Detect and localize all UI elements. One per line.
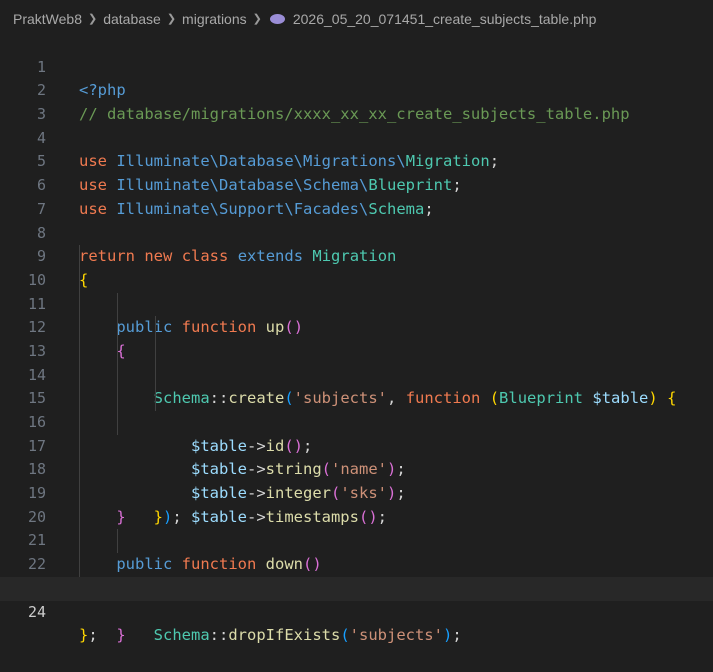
indent-guide <box>155 387 156 411</box>
code-line-current[interactable]: 24 }; <box>0 576 713 644</box>
code-line[interactable]: 12 Schema::create('subjects', function (… <box>0 292 713 407</box>
code-line[interactable]: 21 { <box>0 505 713 597</box>
code-line[interactable]: 2 // database/migrations/xxxx_xx_xx_crea… <box>0 56 713 123</box>
indent-guide <box>155 316 156 340</box>
indent-guide <box>79 292 80 317</box>
semicolon: ; <box>452 626 462 645</box>
chevron-right-icon: ❯ <box>166 13 177 25</box>
code-line[interactable]: 18 } <box>0 434 713 526</box>
code-line[interactable]: 7 <box>0 174 713 218</box>
operator: :: <box>209 626 229 645</box>
chevron-right-icon: ❯ <box>252 13 262 25</box>
indent-guide <box>117 339 118 364</box>
indent-guide <box>79 458 80 483</box>
code-line[interactable]: 17 }); <box>0 411 713 526</box>
code-line[interactable]: 8 return new class extends Migration <box>0 198 713 266</box>
code-line[interactable]: 23 } <box>0 553 713 644</box>
indent-guide <box>117 387 118 411</box>
breadcrumb-file[interactable]: 2026_05_20_071451_create_subjects_table.… <box>293 11 597 27</box>
code-line[interactable]: 6 use Illuminate\Support\Facades\Schema; <box>0 150 713 218</box>
indent-guide <box>79 268 80 293</box>
chevron-right-icon: ❯ <box>88 13 98 25</box>
indent-guide <box>155 363 156 388</box>
breadcrumb-folder-database[interactable]: database <box>103 11 161 27</box>
indent-guide <box>155 339 156 364</box>
code-line[interactable]: 10 public function up() <box>0 245 713 336</box>
indent-guide <box>79 316 80 340</box>
code-line[interactable]: 11 { <box>0 268 713 360</box>
indent-guide <box>117 292 118 317</box>
bracket: } <box>79 626 89 645</box>
semicolon: ; <box>88 626 98 645</box>
line-number: 24 <box>27 602 46 621</box>
bracket: ( <box>340 626 350 645</box>
indent-guide <box>79 482 80 506</box>
code-line[interactable]: 13 $table->id(); <box>0 316 713 455</box>
bracket: } <box>116 626 126 645</box>
indent-guide <box>79 505 80 530</box>
indent-guide <box>79 339 80 364</box>
code-line[interactable]: 20 public function down() <box>0 482 713 573</box>
php-file-icon <box>269 13 285 24</box>
function-name: dropIfExists <box>228 626 341 645</box>
code-line[interactable]: 4 use Illuminate\Database\Migrations\Mig… <box>0 103 713 171</box>
bracket: ) <box>442 626 453 645</box>
indent-guide <box>117 411 118 435</box>
indent-guide <box>117 363 118 388</box>
code-line[interactable]: 16 $table->timestamps(); <box>0 387 713 526</box>
indent-guide <box>79 387 80 411</box>
code-line[interactable]: 19 <box>0 458 713 502</box>
indent-guide <box>79 411 80 435</box>
code-line[interactable]: 22 Schema::dropIfExists('subjects'); <box>0 529 713 644</box>
code-line[interactable]: 5 use Illuminate\Database\Schema\Bluepri… <box>0 127 713 194</box>
indent-guide <box>117 529 118 554</box>
breadcrumb: PraktWeb8 ❯ database ❯ migrations ❯ 2026… <box>0 0 713 30</box>
indent-guide <box>79 434 80 459</box>
code-line[interactable]: 3 <box>0 79 713 123</box>
indent-guide <box>79 363 80 388</box>
code-line[interactable]: 1 <?php <box>0 32 713 100</box>
indent-guide <box>79 529 80 554</box>
code-line[interactable]: 9 { <box>0 222 713 289</box>
breadcrumb-folder-migrations[interactable]: migrations <box>182 11 247 27</box>
indent-guide <box>79 245 80 269</box>
code-line[interactable]: 15 $table->integer('sks'); <box>0 363 713 502</box>
code-editor[interactable]: 1 <?php 2 // database/migrations/xxxx_xx… <box>0 32 713 644</box>
indent-guide <box>79 553 80 577</box>
code-line[interactable]: 14 $table->string('name'); <box>0 339 713 478</box>
indent-guide <box>117 316 118 340</box>
breadcrumb-project[interactable]: PraktWeb8 <box>13 11 82 27</box>
class-name: Schema <box>153 626 210 645</box>
string-literal: 'subjects' <box>349 626 443 645</box>
